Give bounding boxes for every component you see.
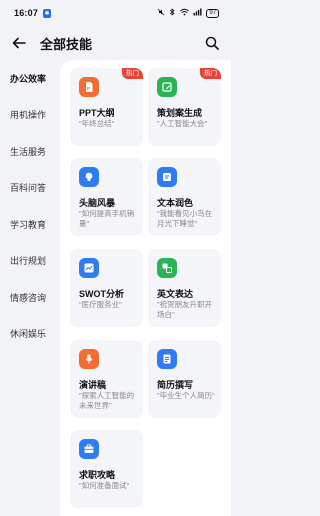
category-sidebar: 办公效率 用机操作 生活服务 百科问答 学习教育 出行规划 情感咨询 休闲娱乐 (0, 60, 56, 516)
skill-title: 简历撰写 (157, 380, 194, 390)
header: 全部技能 (0, 26, 231, 60)
skill-title: PPT大纲 (79, 108, 115, 118)
translate-icon (157, 258, 177, 278)
resume-icon (157, 349, 177, 369)
page-title: 全部技能 (40, 36, 93, 52)
bluetooth-icon (169, 8, 176, 18)
skill-desc: "人工智能大会" (157, 119, 208, 128)
skill-card-swot-analysis[interactable]: SWOT分析 "医疗服务业" (70, 249, 143, 327)
skill-card-text-polish[interactable]: 文本润色 "我能看见小鸟在月光下睡觉" (148, 158, 221, 236)
skill-desc: "如何准备面试" (79, 481, 130, 490)
search-icon (205, 36, 219, 50)
skill-desc: "医疗服务业" (79, 300, 122, 309)
text-polish-icon (157, 167, 177, 187)
battery-indicator: 97 (206, 8, 219, 18)
hot-badge: 热门 (122, 68, 143, 79)
skill-card-brainstorm[interactable]: 头脑风暴 "如何提高手机销量" (70, 158, 143, 236)
back-button[interactable] (10, 34, 28, 52)
wifi-icon (180, 8, 190, 18)
app-notification-icon: ✱ (43, 8, 52, 18)
briefcase-icon (79, 439, 99, 459)
skill-card-plan-generation[interactable]: 热门 策划案生成 "人工智能大会" (148, 68, 221, 146)
skill-title: 求职攻略 (79, 470, 116, 480)
sidebar-item-encyclopedia[interactable]: 百科问答 (0, 170, 56, 207)
skill-title: SWOT分析 (79, 289, 124, 299)
mute-icon (157, 8, 165, 18)
sidebar-item-education[interactable]: 学习教育 (0, 206, 56, 243)
status-icons: 97 (157, 8, 221, 18)
skill-card-speech-draft[interactable]: 演讲稿 "探索人工智能的未来世界" (70, 340, 143, 418)
skill-desc: "年终总结" (79, 119, 115, 128)
sidebar-item-travel[interactable]: 出行规划 (0, 243, 56, 280)
skill-card-job-strategy[interactable]: 求职攻略 "如何准备面试" (70, 430, 143, 508)
skill-title: 英文表达 (157, 289, 194, 299)
sidebar-item-office[interactable]: 办公效率 (0, 60, 56, 97)
skill-desc: "我能看见小鸟在月光下睡觉" (157, 209, 213, 228)
sidebar-item-leisure[interactable]: 休闲娱乐 (0, 316, 56, 353)
signal-icon (193, 8, 202, 18)
chart-analysis-icon (79, 258, 99, 278)
skill-title: 头脑风暴 (79, 198, 116, 208)
search-button[interactable] (203, 34, 221, 52)
status-bar: 16:07 ✱ 97 (0, 0, 231, 26)
arrow-left-icon (12, 37, 26, 49)
skill-desc: "祝贺朋友升职开场白" (157, 300, 213, 319)
ppt-document-icon: P (79, 77, 99, 97)
svg-text:P: P (87, 86, 90, 91)
microphone-icon (79, 349, 99, 369)
skill-desc: "毕业生个人简历" (157, 391, 215, 400)
sidebar-item-emotion[interactable]: 情感咨询 (0, 279, 56, 316)
edit-pencil-icon (157, 77, 177, 97)
sidebar-item-phone-operation[interactable]: 用机操作 (0, 97, 56, 134)
lightbulb-icon (79, 167, 99, 187)
skill-title: 策划案生成 (157, 108, 203, 118)
status-time: 16:07 (14, 8, 39, 18)
hot-badge: 热门 (200, 68, 221, 79)
skill-card-resume-writing[interactable]: 简历撰写 "毕业生个人简历" (148, 340, 221, 418)
skills-grid: 热门 P PPT大纲 "年终总结" 热门 策划案生成 "人工智能大会" 头脑风暴… (60, 60, 231, 516)
skill-title: 演讲稿 (79, 380, 107, 390)
skill-desc: "探索人工智能的未来世界" (79, 391, 135, 410)
sidebar-item-life-service[interactable]: 生活服务 (0, 133, 56, 170)
skill-card-english-expression[interactable]: 英文表达 "祝贺朋友升职开场白" (148, 249, 221, 327)
skill-desc: "如何提高手机销量" (79, 209, 135, 228)
skill-title: 文本润色 (157, 198, 194, 208)
skill-card-ppt-outline[interactable]: 热门 P PPT大纲 "年终总结" (70, 68, 143, 146)
